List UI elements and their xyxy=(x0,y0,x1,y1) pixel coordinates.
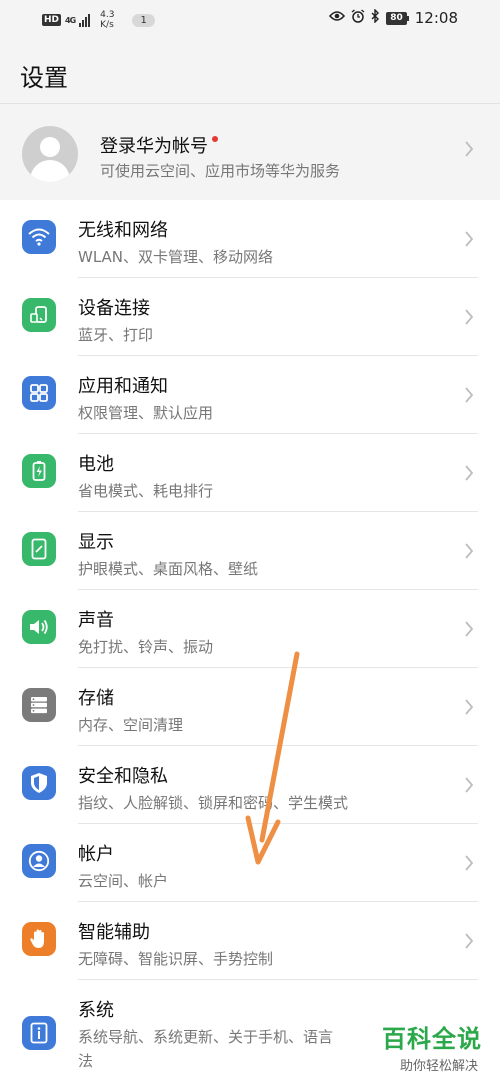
status-right: 80 12:08 xyxy=(329,8,458,27)
settings-item-storage[interactable]: 存储 内存、空间清理 xyxy=(0,668,500,746)
settings-item-label: 系统 xyxy=(78,1000,114,1021)
settings-item-label: 应用和通知 xyxy=(78,376,168,397)
account-title-text: 登录华为帐号 xyxy=(100,136,208,157)
settings-item-subtitle: 免打扰、铃声、振动 xyxy=(78,638,214,656)
apps-grid-icon xyxy=(22,376,56,410)
wifi-icon xyxy=(22,220,56,254)
display-icon xyxy=(22,532,56,566)
status-bar: HD 4G 4.3 K/s 1 80 12:08 xyxy=(0,0,500,38)
chevron-right-icon xyxy=(464,776,474,794)
settings-item-subtitle: WLAN、双卡管理、移动网络 xyxy=(78,248,274,266)
speed-value: 4.3 xyxy=(100,10,115,20)
settings-item-apps-notifications[interactable]: 应用和通知 权限管理、默认应用 xyxy=(0,356,500,434)
settings-item-security-privacy[interactable]: 安全和隐私 指纹、人脸解锁、锁屏和密码、学生模式 xyxy=(0,746,500,824)
storage-icon xyxy=(22,688,56,722)
settings-item-smart-assistance[interactable]: 智能辅助 无障碍、智能识屏、手势控制 xyxy=(0,902,500,980)
settings-item-subtitle: 蓝牙、打印 xyxy=(78,326,154,344)
system-info-icon xyxy=(22,1016,56,1050)
chevron-right-icon xyxy=(464,140,474,158)
status-left: HD 4G 4.3 K/s 1 xyxy=(42,10,155,30)
battery-level: 80 xyxy=(386,11,407,25)
settings-item-subtitle: 内存、空间清理 xyxy=(78,716,184,734)
chevron-right-icon xyxy=(464,308,474,326)
settings-item-label: 智能辅助 xyxy=(78,922,150,943)
settings-item-subtitle: 无障碍、智能识屏、手势控制 xyxy=(78,950,274,968)
settings-item-display[interactable]: 显示 护眼模式、桌面风格、壁纸 xyxy=(0,512,500,590)
settings-item-label: 声音 xyxy=(78,610,114,631)
settings-item-battery[interactable]: 电池 省电模式、耗电排行 xyxy=(0,434,500,512)
avatar-icon xyxy=(22,126,78,182)
shield-icon xyxy=(22,766,56,800)
settings-item-subtitle: 省电模式、耗电排行 xyxy=(78,482,214,500)
settings-item-sound[interactable]: 声音 免打扰、铃声、振动 xyxy=(0,590,500,668)
settings-item-subtitle: 权限管理、默认应用 xyxy=(78,404,214,422)
settings-item-subtitle-continued: 法 xyxy=(78,1052,94,1070)
settings-item-subtitle: 系统导航、系统更新、关于手机、语言 xyxy=(78,1028,334,1046)
settings-item-label: 无线和网络 xyxy=(78,220,168,241)
chevron-right-icon xyxy=(464,230,474,248)
settings-list: 无线和网络 WLAN、双卡管理、移动网络 设备连接 蓝牙、打印 应用和通知 权限… xyxy=(0,200,500,1084)
title-divider xyxy=(0,103,500,104)
settings-item-label: 安全和隐私 xyxy=(78,766,168,787)
settings-item-label: 显示 xyxy=(78,532,114,553)
red-dot-badge xyxy=(212,136,218,142)
chevron-right-icon xyxy=(464,464,474,482)
device-connect-icon xyxy=(22,298,56,332)
battery-indicator: 80 xyxy=(386,11,409,25)
signal-icon xyxy=(79,13,91,27)
network-speed: 4.3 K/s xyxy=(100,10,114,30)
settings-item-device-connection[interactable]: 设备连接 蓝牙、打印 xyxy=(0,278,500,356)
watermark-tagline: 助你轻松解决 xyxy=(399,1059,478,1074)
account-icon xyxy=(22,844,56,878)
account-title: 登录华为帐号 xyxy=(100,132,218,158)
alarm-icon xyxy=(351,9,365,27)
bluetooth-icon xyxy=(371,8,380,27)
settings-item-subtitle: 指纹、人脸解锁、锁屏和密码、学生模式 xyxy=(78,794,349,812)
page-title: 设置 xyxy=(20,64,68,92)
chevron-right-icon xyxy=(464,854,474,872)
hd-badge: HD xyxy=(42,14,62,26)
settings-item-wireless-network[interactable]: 无线和网络 WLAN、双卡管理、移动网络 xyxy=(0,200,500,278)
chevron-right-icon xyxy=(464,620,474,638)
chevron-right-icon xyxy=(464,698,474,716)
settings-item-subtitle: 云空间、帐户 xyxy=(78,872,169,890)
settings-item-label: 存储 xyxy=(78,688,114,709)
settings-item-label: 设备连接 xyxy=(78,298,150,319)
speaker-icon xyxy=(22,610,56,644)
watermark-logo: 百科全说 xyxy=(382,1025,482,1053)
hand-icon xyxy=(22,922,56,956)
settings-item-accounts[interactable]: 帐户 云空间、帐户 xyxy=(0,824,500,902)
settings-item-label: 电池 xyxy=(78,454,114,475)
battery-icon xyxy=(22,454,56,488)
chevron-right-icon xyxy=(464,542,474,560)
settings-item-label: 帐户 xyxy=(78,844,114,865)
huawei-account-login[interactable]: 登录华为帐号 可使用云空间、应用市场等华为服务 xyxy=(0,112,500,192)
settings-item-subtitle: 护眼模式、桌面风格、壁纸 xyxy=(78,560,259,578)
network-type: 4G xyxy=(65,15,76,25)
notification-count-badge: 1 xyxy=(132,13,155,27)
status-clock: 12:08 xyxy=(414,9,458,27)
eye-comfort-icon xyxy=(329,10,346,26)
account-subtitle: 可使用云空间、应用市场等华为服务 xyxy=(100,162,341,180)
chevron-right-icon xyxy=(464,932,474,950)
chevron-right-icon xyxy=(464,386,474,404)
speed-unit: K/s xyxy=(100,20,114,30)
